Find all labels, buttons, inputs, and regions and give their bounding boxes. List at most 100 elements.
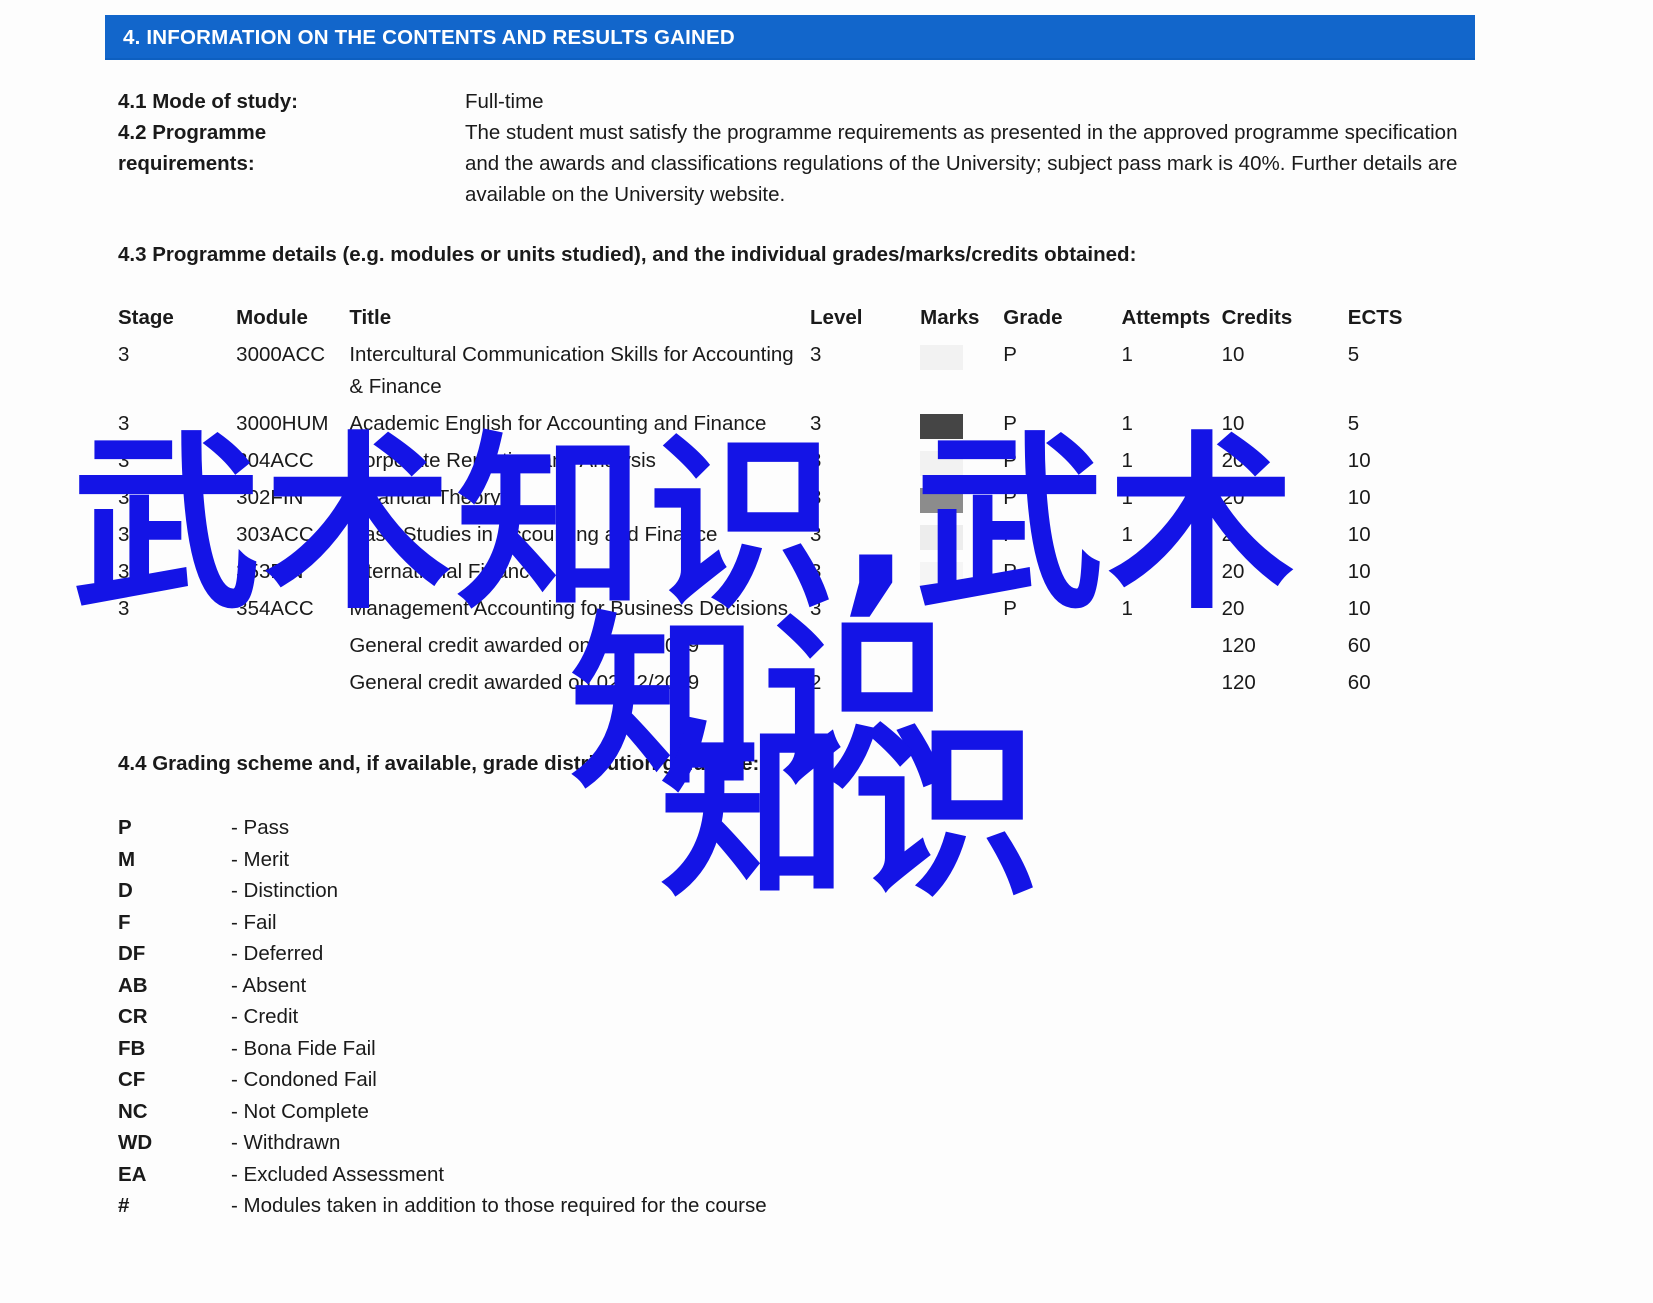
cell-module: 3000ACC — [236, 343, 326, 366]
legend-item: F - Fail — [118, 907, 767, 939]
cell-ects: 5 — [1347, 412, 1360, 435]
cell-credits: 20 — [1221, 597, 1245, 620]
cell-grade — [1003, 665, 1121, 702]
legend-item: CR - Credit — [118, 1001, 767, 1033]
cell-ects: 60 — [1347, 634, 1371, 657]
cell-stage: 3 — [118, 449, 130, 472]
legend-description: - Withdrawn — [231, 1131, 341, 1154]
cell-stage: 3 — [118, 523, 130, 546]
programme-details-heading: 4.3 Programme details (e.g. modules or u… — [118, 243, 1137, 266]
cell-title: Corporate Reporting and Analysis — [349, 449, 656, 472]
legend-description: - Merit — [231, 847, 290, 871]
legend-description: - Deferred — [231, 942, 324, 965]
cell-title: General credit awarded on 02/12/2019 — [349, 671, 700, 694]
legend-code: P — [118, 816, 132, 839]
cell-grade — [1003, 628, 1121, 665]
column-header-level: Level — [810, 306, 863, 329]
cell-level: 3 — [810, 560, 822, 583]
cell-marks — [920, 591, 1003, 628]
legend-code: M — [118, 847, 136, 871]
table-row: 3 354ACC Management Accounting for Busines… — [118, 591, 1448, 628]
cell-grade: P — [1003, 486, 1017, 509]
programme-requirements-label: 4.2 Programme requirements: — [118, 117, 465, 179]
cell-marks — [920, 628, 1003, 665]
legend-code: AB — [118, 973, 148, 997]
cell-credits: 20 — [1221, 449, 1245, 472]
marks-redaction-swatch — [920, 487, 964, 513]
programme-requirements-label-line2: requirements: — [118, 152, 255, 175]
cell-title: Financial Theory — [349, 486, 501, 509]
column-header-ects: ECTS — [1347, 306, 1403, 329]
legend-item: EA - Excluded Assessment — [118, 1159, 767, 1191]
column-header-stage: Stage — [118, 306, 174, 329]
column-header-attempts: Attempts — [1121, 306, 1211, 329]
legend-item: NC - Not Complete — [118, 1096, 767, 1128]
cell-module: 353FIN — [236, 560, 304, 583]
legend-code: CF — [118, 1068, 146, 1091]
table-row: General credit awarded on 02/12/2019 2 120… — [118, 665, 1448, 702]
cell-grade: P — [1003, 343, 1017, 366]
legend-description: - Bona Fide Fail — [231, 1036, 376, 1060]
cell-module: 303ACC — [236, 523, 314, 546]
cell-level: 3 — [810, 343, 822, 366]
cell-ects: 5 — [1347, 343, 1360, 366]
legend-description: - Fail — [231, 910, 277, 934]
legend-code: D — [118, 879, 133, 902]
cell-level: 3 — [810, 412, 822, 435]
cell-attempts: 1 — [1121, 412, 1133, 435]
legend-item: M - Merit — [118, 844, 767, 876]
cell-credits: 120 — [1221, 671, 1256, 694]
document-page: 4. INFORMATION ON THE CONTENTS AND RESUL… — [0, 0, 1653, 1303]
cell-stage: 3 — [118, 597, 130, 620]
cell-attempts: 1 — [1121, 449, 1133, 472]
marks-redaction-swatch — [920, 344, 964, 370]
cell-marks — [920, 517, 1003, 554]
table-header: Stage Module Title Level Marks Grade Att… — [118, 306, 1448, 337]
cell-stage: 3 — [118, 486, 130, 509]
cell-title: Academic English for Accounting and Fina… — [349, 412, 767, 435]
cell-ects: 10 — [1347, 523, 1371, 546]
legend-code: # — [118, 1194, 130, 1217]
cell-grade: P — [1003, 449, 1017, 472]
table-row: 3 3000HUM Academic English for Accounting … — [118, 406, 1448, 443]
legend-item: D - Distinction — [118, 875, 767, 907]
programme-requirements-label-line1: 4.2 Programme — [118, 121, 267, 144]
legend-description: - Not Complete — [231, 1099, 369, 1123]
cell-grade: P — [1003, 560, 1017, 583]
programme-info-block: 4.1 Mode of study: Full-time 4.2 Program… — [118, 86, 1458, 210]
cell-ects: 10 — [1347, 560, 1371, 583]
cell-attempts — [1121, 665, 1221, 702]
cell-marks — [920, 665, 1003, 702]
column-header-credits: Credits — [1221, 306, 1293, 329]
marks-redaction-swatch — [920, 524, 964, 550]
column-header-title: Title — [349, 306, 392, 329]
legend-item: AB - Absent — [118, 970, 767, 1002]
mode-of-study-row: 4.1 Mode of study: Full-time — [118, 86, 1458, 117]
cell-ects: 10 — [1347, 597, 1371, 620]
column-header-grade: Grade — [1003, 306, 1063, 329]
cell-marks — [920, 480, 1003, 517]
cell-title: International Finance — [349, 560, 541, 583]
marks-redaction-swatch — [920, 450, 964, 476]
cell-attempts: 1 — [1121, 560, 1133, 583]
legend-item: DF - Deferred — [118, 938, 767, 970]
cell-ects: 10 — [1347, 486, 1371, 509]
legend-description: - Condoned Fail — [231, 1068, 377, 1091]
cell-title: Case Studies in Accounting and Finance — [349, 523, 718, 546]
cell-module: 302FIN — [236, 486, 304, 509]
programme-details-table: Stage Module Title Level Marks Grade Att… — [118, 306, 1448, 702]
cell-grade: P — [1003, 597, 1017, 620]
table-row: 3 353FIN International Finance 3 P 1 20 10 — [118, 554, 1448, 591]
cell-grade: P — [1003, 412, 1017, 435]
table-row: 3 303ACC Case Studies in Accounting and Fi… — [118, 517, 1448, 554]
cell-title: Intercultural Communication Skills for A… — [349, 343, 794, 398]
cell-stage: 3 — [118, 412, 130, 435]
mode-of-study-label: 4.1 Mode of study: — [118, 90, 298, 113]
cell-module — [236, 628, 349, 665]
legend-description: - Absent — [231, 973, 307, 997]
programme-requirements-row: 4.2 Programme requirements: The student … — [118, 117, 1458, 210]
marks-redaction-swatch — [920, 561, 964, 587]
cell-level: 3 — [810, 449, 822, 472]
legend-item: CF - Condoned Fail — [118, 1064, 767, 1096]
table-row: 3 302FIN Financial Theory 3 P 1 20 10 — [118, 480, 1448, 517]
